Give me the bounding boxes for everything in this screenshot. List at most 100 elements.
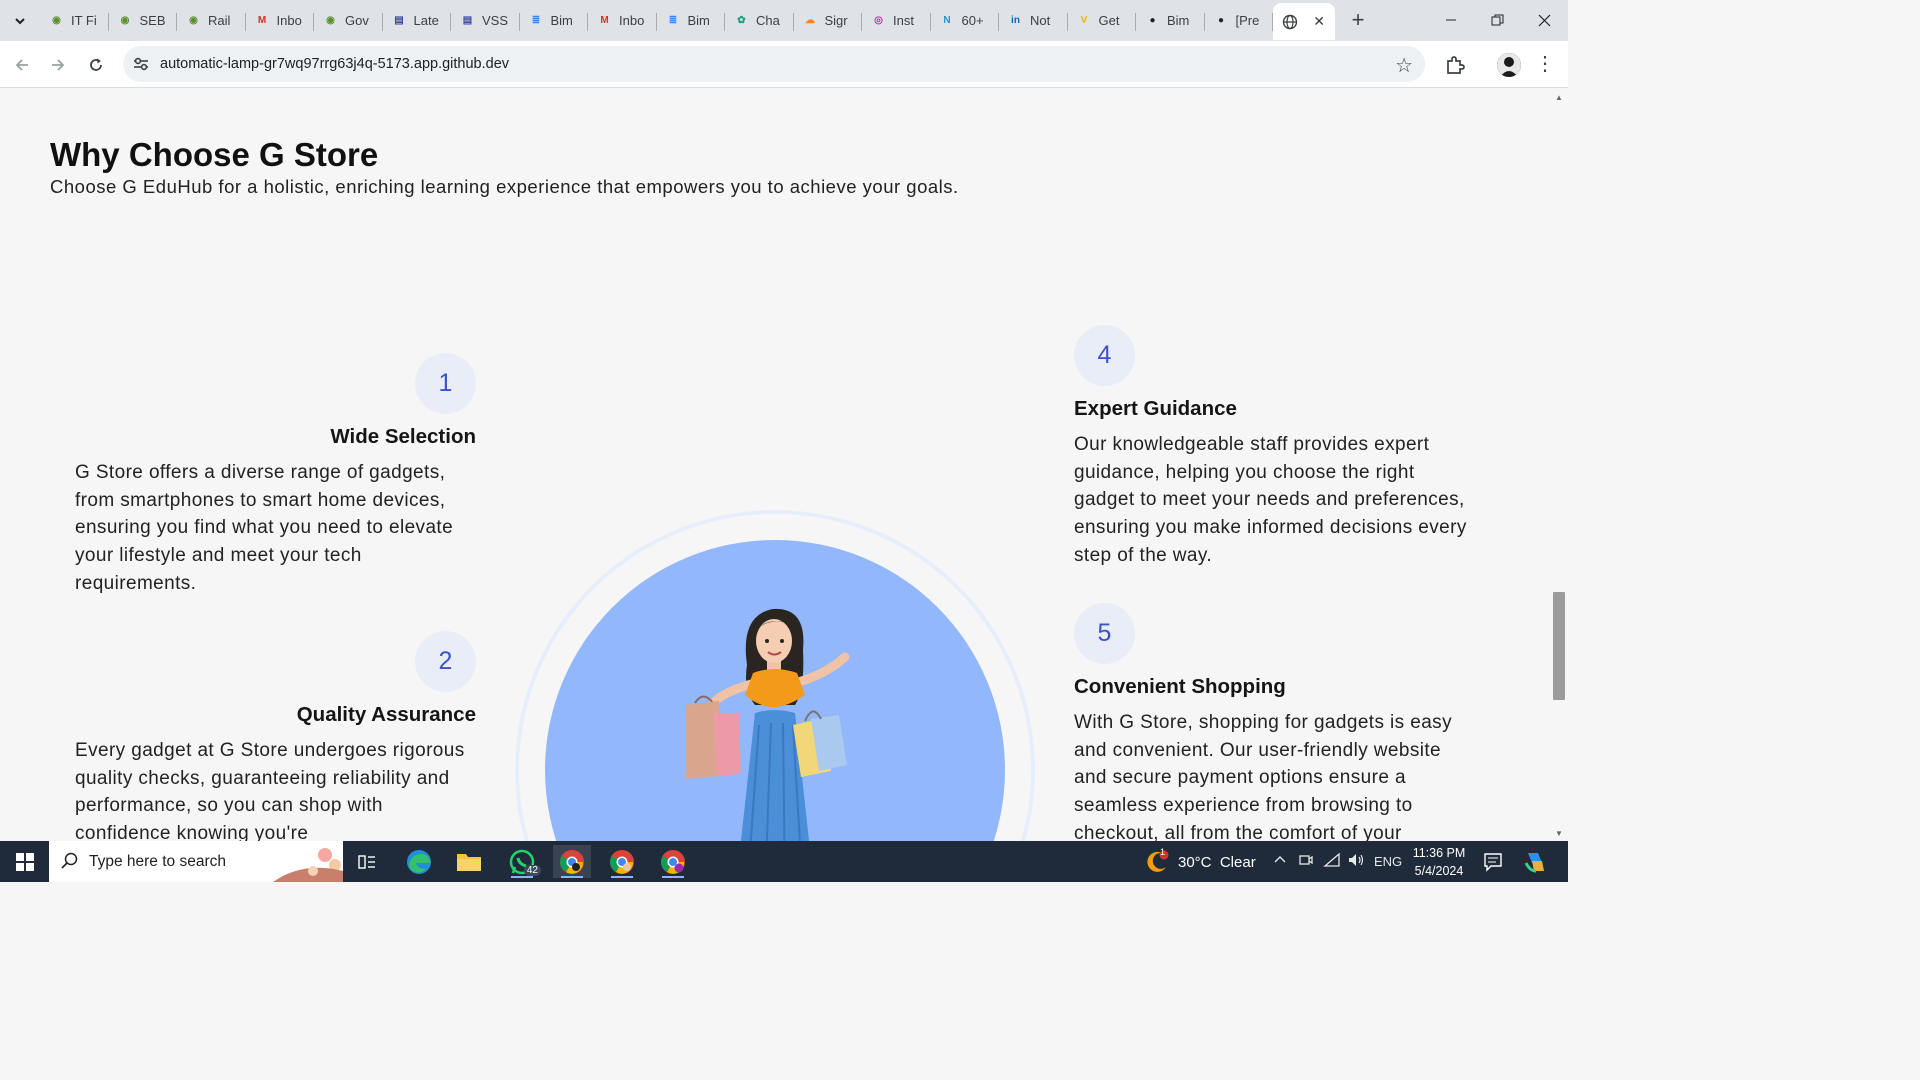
- docs-icon: ≣: [531, 15, 541, 26]
- forward-button[interactable]: [45, 52, 71, 78]
- chrome-icon: [661, 849, 685, 874]
- scroll-thumb[interactable]: [1553, 592, 1565, 700]
- scroll-up-arrow-icon[interactable]: ▲: [1555, 93, 1563, 102]
- browser-tab[interactable]: ◉ Rail: [177, 4, 246, 37]
- feature-description-wide-selection: G Store offers a diverse range of gadget…: [75, 462, 454, 594]
- section-subheading: Choose G EduHub for a holistic, enrichin…: [50, 176, 959, 197]
- extensions-icon[interactable]: [1443, 53, 1467, 77]
- arrow-left-icon: [15, 59, 28, 71]
- taskbar-search-box[interactable]: Type here to search: [49, 841, 343, 882]
- browser-tab[interactable]: ● [Pre: [1205, 4, 1273, 37]
- copilot-icon[interactable]: [1522, 849, 1548, 875]
- browser-tab[interactable]: M Inbo: [246, 4, 314, 37]
- language-indicator[interactable]: ENG: [1374, 854, 1402, 869]
- browser-tab[interactable]: ≣ Bim: [520, 4, 588, 37]
- browser-tab[interactable]: N 60+: [931, 4, 999, 37]
- search-highlight-art: [273, 848, 343, 882]
- scroll-down-arrow-icon[interactable]: ▼: [1555, 829, 1563, 838]
- browser-tab[interactable]: ≣ Bim: [657, 4, 725, 37]
- search-icon: [61, 852, 78, 869]
- browser-tab[interactable]: ☁ Sigr: [794, 4, 862, 37]
- taskbar-file-explorer[interactable]: [450, 845, 488, 878]
- tab-label: Inbo: [619, 13, 645, 28]
- n-icon: N: [943, 15, 951, 26]
- tab-label: Bim: [687, 13, 710, 28]
- taskbar-whatsapp[interactable]: 42: [503, 845, 541, 878]
- browser-tab[interactable]: ● Bim: [1136, 4, 1205, 37]
- page-scrollbar[interactable]: ▲ ▼: [1550, 89, 1568, 841]
- close-icon: [1538, 14, 1550, 26]
- exam-icon: ▤: [462, 15, 473, 26]
- arrow-right-icon: [52, 59, 65, 71]
- browser-tab[interactable]: ◎ Inst: [862, 4, 931, 37]
- browser-tab[interactable]: ▤ Late: [383, 4, 451, 37]
- page-viewport: Why Choose G Store Choose G EduHub for a…: [0, 89, 1550, 841]
- tab-search-button[interactable]: [8, 9, 32, 33]
- browser-tab[interactable]: M Inbo: [588, 4, 657, 37]
- browser-tab[interactable]: ✿ Cha: [725, 4, 794, 37]
- site-icon: ◉: [326, 15, 335, 26]
- taskbar-chrome-3[interactable]: [654, 845, 692, 878]
- browser-tab[interactable]: ◉ Gov: [314, 4, 383, 37]
- section-heading: Why Choose G Store: [50, 136, 379, 173]
- reload-icon: [90, 58, 102, 71]
- meet-now-icon[interactable]: [1298, 852, 1314, 871]
- browser-tab-active[interactable]: ✕: [1273, 3, 1335, 40]
- tab-label: Sigr: [824, 13, 848, 28]
- reload-button[interactable]: [83, 52, 109, 78]
- search-placeholder[interactable]: Type here to search: [89, 853, 226, 871]
- minimize-button[interactable]: [1429, 6, 1473, 34]
- tab-label: SEB: [139, 13, 166, 28]
- taskbar-edge[interactable]: [400, 845, 438, 878]
- site-info-icon[interactable]: [131, 54, 151, 74]
- globe-icon: [1281, 13, 1298, 30]
- feature-number-1: 1: [415, 353, 476, 414]
- browser-menu-button[interactable]: ⋮: [1535, 52, 1555, 78]
- feature-description-convenient-shopping: With G Store, shopping for gadgets is ea…: [1074, 712, 1452, 841]
- docs-icon: ≣: [668, 15, 678, 26]
- browser-tab[interactable]: ▤ VSS: [451, 4, 520, 37]
- gmail-icon: M: [600, 15, 609, 26]
- url-text[interactable]: automatic-lamp-gr7wq97rrg63j4q-5173.app.…: [160, 56, 509, 72]
- edge-icon: [407, 849, 431, 874]
- github-icon: ●: [1217, 15, 1225, 26]
- clock-time: 11:36 PM: [1412, 846, 1466, 860]
- restore-button[interactable]: [1475, 6, 1519, 34]
- cloudflare-icon: ☁: [805, 15, 815, 26]
- tab-label: Cha: [756, 13, 780, 28]
- tab-label: Bim: [1167, 13, 1190, 28]
- tab-label: Inbo: [276, 13, 302, 28]
- start-button[interactable]: [0, 841, 49, 882]
- chrome-icon: [560, 849, 584, 874]
- task-view-button[interactable]: [348, 845, 386, 878]
- taskbar-chrome-2[interactable]: [603, 845, 641, 878]
- browser-tab[interactable]: ◉ IT Fi: [40, 4, 109, 37]
- site-icon: ◉: [189, 15, 198, 26]
- bookmark-star-icon[interactable]: ☆: [1395, 53, 1413, 78]
- windows-taskbar: Type here to search 42 1 30°C Clear ENG: [0, 841, 1568, 882]
- volume-icon[interactable]: [1347, 852, 1365, 871]
- address-bar[interactable]: automatic-lamp-gr7wq97rrg63j4q-5173.app.…: [123, 46, 1425, 82]
- profile-avatar[interactable]: [1497, 53, 1521, 77]
- weather-badge: 1: [1160, 847, 1166, 857]
- wifi-icon[interactable]: [1323, 852, 1341, 871]
- tab-label: Not: [1030, 13, 1051, 28]
- new-tab-button[interactable]: +: [1347, 7, 1369, 32]
- feature-title-convenient-shopping: Convenient Shopping: [1074, 675, 1286, 698]
- system-clock[interactable]: 11:36 PM 5/4/2024: [1408, 844, 1470, 880]
- notification-center-button[interactable]: [1483, 852, 1503, 877]
- browser-tab[interactable]: in Not: [999, 4, 1068, 37]
- tray-overflow-chevron-icon[interactable]: [1273, 852, 1287, 869]
- tab-label: IT Fi: [71, 13, 97, 28]
- browser-tab[interactable]: ◉ SEB: [109, 4, 177, 37]
- feature-number-4: 4: [1074, 325, 1135, 386]
- folder-icon: [457, 853, 481, 871]
- close-tab-icon[interactable]: ✕: [1313, 13, 1325, 30]
- chrome-icon: [610, 849, 634, 874]
- back-button[interactable]: [9, 52, 35, 78]
- tab-strip: ◉ IT Fi ◉ SEB ◉ Rail M Inbo ◉ Gov ▤ Late ▤ VSS ≣ Bim M In…: [0, 0, 1568, 41]
- close-window-button[interactable]: [1522, 6, 1566, 34]
- browser-tab[interactable]: V Get: [1068, 4, 1136, 37]
- weather-widget[interactable]: 1 30°C Clear: [1144, 847, 1256, 875]
- taskbar-chrome-1[interactable]: [553, 845, 591, 878]
